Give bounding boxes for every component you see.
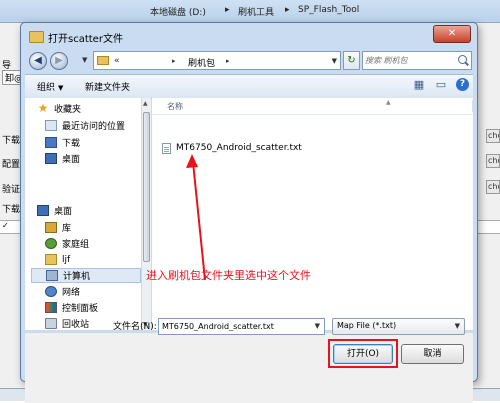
library-icon (45, 222, 57, 233)
search-box[interactable] (362, 51, 472, 70)
homegroup-icon (45, 238, 57, 249)
path-arrow: ▸ (285, 5, 290, 15)
dialog-titlebar: 打开scatter文件 (29, 29, 123, 45)
folder-icon (29, 31, 44, 43)
star-icon: ★ (37, 101, 49, 115)
control-panel-icon (45, 302, 57, 313)
bg-choose-button-2[interactable]: cho (486, 154, 500, 168)
scroll-up-icon[interactable]: ▲ (143, 100, 148, 107)
arrow-shaft (192, 161, 206, 281)
path-segment-flash-tool[interactable]: SP_Flash_Tool (298, 5, 359, 15)
bg-choose-button-1[interactable]: cho (486, 129, 500, 143)
bg-label-download-2: 下载 (2, 205, 21, 215)
desktop-icon (45, 153, 57, 164)
close-button[interactable]: ✕ (433, 25, 471, 43)
bg-label-download: 下载 (2, 136, 21, 146)
dialog-title: 打开scatter文件 (48, 33, 123, 45)
nav-network[interactable]: 网络 (45, 284, 80, 299)
nav-label: 桌面 (62, 155, 81, 165)
address-bar[interactable]: « ▸ 刷机包 ▸ ▼ (93, 51, 341, 70)
view-options-icon[interactable]: ▦ (412, 78, 426, 92)
recent-places-icon (45, 120, 57, 131)
nav-recent-places[interactable]: 最近访问的位置 (45, 118, 125, 133)
nav-label: 回收站 (62, 320, 90, 330)
search-input[interactable] (365, 54, 455, 67)
dialog-bottom-area (25, 332, 473, 403)
recycle-bin-icon (45, 318, 57, 329)
computer-icon (46, 270, 58, 281)
breadcrumb-current-folder[interactable]: 刷机包 (188, 56, 215, 69)
chevron-down-icon: ▼ (58, 84, 64, 92)
annotation-arrow (186, 154, 206, 281)
nav-desktop[interactable]: 桌面 (45, 151, 80, 166)
nav-recycle-bin[interactable]: 回收站 (45, 316, 89, 330)
new-folder-button[interactable]: 新建文件夹 (85, 80, 130, 93)
nav-desktop-root[interactable]: 桌面 (37, 203, 72, 218)
refresh-icon: ↻ (347, 55, 356, 66)
organize-menu[interactable]: 组织 ▼ (37, 80, 63, 93)
nav-label: 网络 (62, 288, 81, 298)
help-icon[interactable]: ? (456, 78, 469, 91)
nav-user[interactable]: ljf (45, 252, 70, 267)
chevron-down-icon: ▼ (454, 322, 460, 330)
nav-downloads[interactable]: 下载 (45, 135, 80, 150)
network-icon (45, 286, 57, 297)
history-dropdown-icon[interactable]: ▼ (82, 56, 87, 64)
filename-label: 文件名(N): (113, 322, 157, 332)
preview-pane-icon[interactable]: ▭ (434, 78, 448, 92)
scrollbar-thumb[interactable] (143, 112, 150, 262)
filename-input[interactable] (162, 320, 307, 333)
nav-favorites[interactable]: ★ 收藏夹 (37, 101, 81, 116)
nav-label: ljf (62, 254, 71, 265)
navigation-pane: ★ 收藏夹 最近访问的位置 下载 桌面 桌面 库 家庭组 ljf 计算机 网络 控… (25, 98, 142, 330)
nav-label: 计算机 (63, 272, 91, 282)
cancel-button[interactable]: 取消 (401, 344, 464, 364)
toolbar: 组织 ▼ 新建文件夹 ▦ ▭ ? (25, 74, 473, 99)
nav-scrollbar[interactable]: ▲ ▼ (141, 98, 151, 330)
nav-control-panel[interactable]: 控制面板 (45, 300, 98, 315)
nav-computer[interactable]: 计算机 (31, 268, 141, 283)
path-segment-tools[interactable]: 刷机工具 (238, 5, 274, 18)
background-titlebar: 本地磁盘 (D:) ▸ 刷机工具 ▸ SP_Flash_Tool (0, 0, 500, 23)
nav-label: 最近访问的位置 (62, 122, 126, 132)
downloads-icon (45, 137, 57, 148)
nav-label: 桌面 (54, 207, 73, 217)
path-arrow: ▸ (225, 5, 230, 15)
annotation-text: 进入刷机包文件夹里选中这个文件 (146, 269, 311, 282)
path-segment-disk[interactable]: 本地磁盘 (D:) (150, 5, 206, 18)
nav-label: 控制面板 (62, 304, 99, 314)
filename-combo[interactable]: ▼ (158, 318, 325, 335)
arrow-head (186, 154, 198, 168)
folder-icon (97, 56, 109, 65)
search-icon (458, 55, 467, 64)
nav-label: 家庭组 (62, 240, 90, 250)
nav-homegroup[interactable]: 家庭组 (45, 236, 89, 251)
desktop-icon (37, 205, 49, 216)
bg-choose-button-3[interactable]: cho (486, 180, 500, 194)
back-button[interactable]: ◀ (29, 52, 47, 70)
chevron-down-icon[interactable]: ▼ (315, 322, 320, 330)
bg-row-checkbox[interactable]: ✓ (2, 221, 9, 230)
forward-arrow-icon: ▶ (55, 55, 63, 66)
nav-libraries[interactable]: 库 (45, 220, 71, 235)
nav-label: 库 (62, 224, 72, 234)
refresh-button[interactable]: ↻ (343, 51, 360, 70)
chevron-right-icon[interactable]: ▸ (226, 57, 230, 65)
breadcrumb-overflow[interactable]: « (114, 56, 120, 66)
open-button-highlight-box (328, 339, 398, 368)
address-dropdown-icon[interactable]: ▼ (332, 57, 337, 65)
nav-label: 收藏夹 (54, 105, 82, 115)
file-list: 名称 ▲ MT6750_Android_scatter.txt (152, 98, 473, 330)
user-folder-icon (45, 254, 57, 265)
chevron-right-icon[interactable]: ▸ (172, 57, 176, 65)
toolbar-icons: ▦ ▭ ? (412, 78, 469, 92)
filetype-value: Map File (*.txt) (337, 321, 397, 330)
forward-button[interactable]: ▶ (50, 52, 68, 70)
back-arrow-icon: ◀ (34, 55, 42, 66)
organize-label: 组织 (37, 83, 56, 93)
filetype-select[interactable]: Map File (*.txt) ▼ (332, 318, 465, 335)
nav-label: 下载 (62, 139, 81, 149)
